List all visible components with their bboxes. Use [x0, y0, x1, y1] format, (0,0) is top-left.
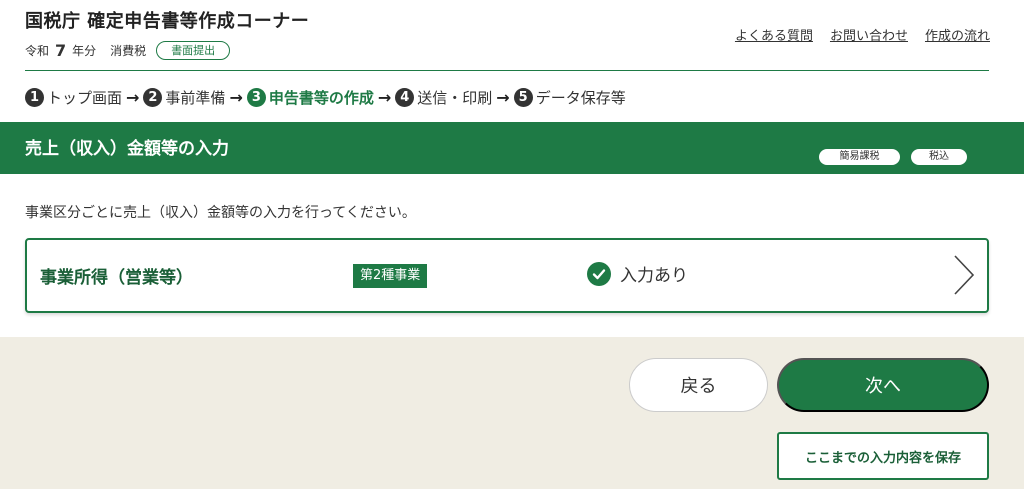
- filing-meta: 令和 7 年分 消費税 書面提出: [25, 40, 231, 60]
- arrow-right-icon: →: [126, 87, 140, 107]
- back-button[interactable]: 戻る: [629, 358, 768, 412]
- header-links: よくある質問 お問い合わせ 作成の流れ: [735, 25, 990, 44]
- step-number-icon: 4: [395, 87, 415, 107]
- arrow-right-icon: →: [229, 87, 243, 107]
- status-label: 入力あり: [620, 266, 688, 286]
- business-name: 事業所得（営業等）: [40, 268, 193, 288]
- header-divider: [25, 70, 989, 71]
- section-header: 売上（収入）金額等の入力 簡易課税 税込: [0, 122, 1024, 174]
- chevron-right-icon: [954, 255, 975, 295]
- simplified-tax-tag: 簡易課税: [819, 149, 900, 165]
- save-progress-button[interactable]: ここまでの入力内容を保存: [777, 432, 989, 480]
- instruction-text: 事業区分ごとに売上（収入）金額等の入力を行ってください。: [25, 205, 416, 221]
- step-4: 4 送信・印刷: [395, 87, 492, 108]
- step-label: 申告書等の作成: [268, 88, 374, 107]
- era-label: 令和: [25, 43, 50, 58]
- arrow-right-icon: →: [496, 87, 510, 107]
- app-title: 国税庁 確定申告書等作成コーナー: [25, 11, 310, 32]
- step-label: 送信・印刷: [417, 88, 493, 107]
- check-circle-icon: [587, 261, 611, 286]
- footer-actions: 戻る 次へ ここまでの入力内容を保存: [0, 337, 1024, 489]
- step-3-current: 3 申告書等の作成: [246, 87, 374, 108]
- next-button[interactable]: 次へ: [777, 358, 989, 412]
- step-number-icon: 1: [25, 87, 44, 107]
- step-5: 5 データ保存等: [513, 87, 626, 108]
- contact-link[interactable]: お問い合わせ: [830, 25, 908, 44]
- section-title: 売上（収入）金額等の入力: [25, 139, 229, 159]
- step-number-icon: 3: [246, 87, 266, 107]
- step-2: 2 事前準備: [143, 87, 225, 108]
- step-progress: 1 トップ画面 → 2 事前準備 → 3 申告書等の作成 → 4 送信・印刷 →…: [25, 85, 626, 109]
- tax-type-label: 消費税: [110, 43, 147, 58]
- faq-link[interactable]: よくある質問: [735, 25, 813, 44]
- arrow-right-icon: →: [377, 87, 392, 107]
- step-number-icon: 2: [143, 87, 163, 107]
- step-label: トップ画面: [47, 88, 123, 107]
- year-suffix: 年分: [72, 43, 97, 58]
- submission-method-badge: 書面提出: [156, 40, 231, 60]
- business-category-badge: 第2種事業: [353, 264, 428, 288]
- flow-link[interactable]: 作成の流れ: [925, 25, 990, 44]
- year-number: 7: [55, 40, 67, 60]
- step-label: データ保存等: [535, 88, 626, 107]
- tax-included-tag: 税込: [911, 149, 967, 165]
- step-1: 1 トップ画面: [25, 87, 122, 108]
- page-header: 国税庁 確定申告書等作成コーナー 令和 7 年分 消費税 書面提出 よくある質問…: [0, 0, 1024, 72]
- step-label: 事前準備: [165, 88, 226, 107]
- input-status: 入力あり: [587, 261, 688, 286]
- step-number-icon: 5: [513, 87, 533, 107]
- business-entry-card[interactable]: 事業所得（営業等） 第2種事業 入力あり: [25, 238, 989, 313]
